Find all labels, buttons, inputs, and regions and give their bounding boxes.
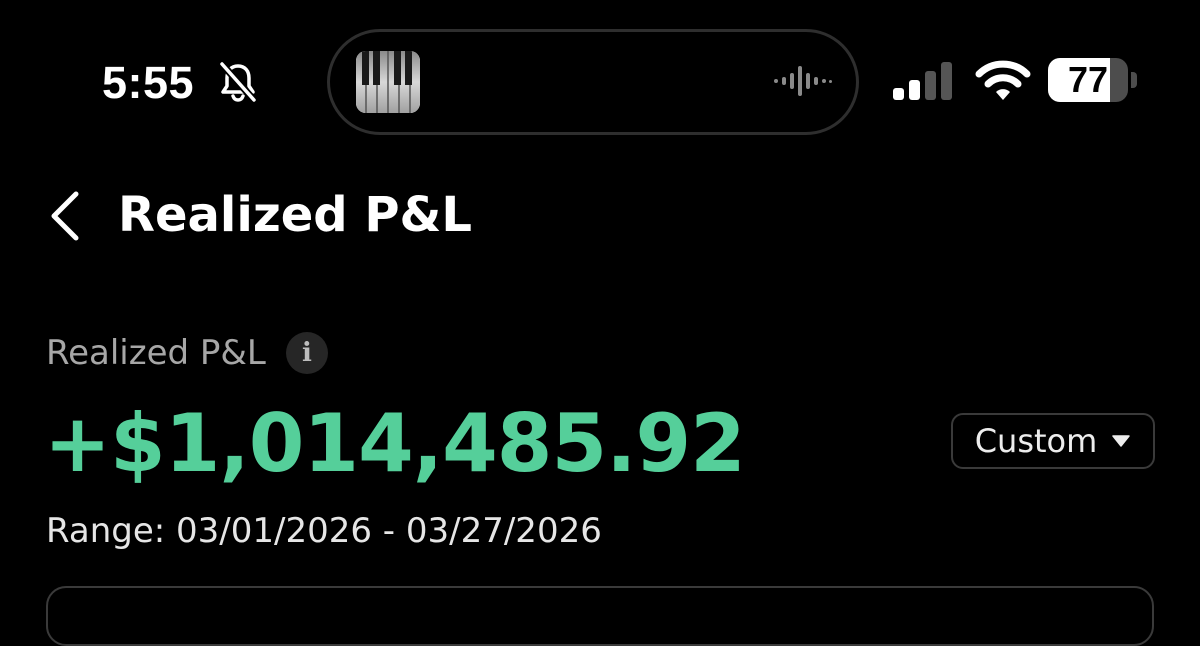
pnl-amount: +$1,014,485.92	[44, 397, 746, 490]
status-time: 5:55	[102, 57, 195, 108]
battery-indicator: 77	[1048, 58, 1138, 104]
content-card	[46, 586, 1154, 646]
battery-cap	[1131, 72, 1137, 88]
cellular-signal-icon	[893, 62, 952, 100]
piano-keys-image	[356, 51, 420, 113]
wifi-icon	[975, 60, 1031, 100]
battery-body: 77	[1048, 58, 1128, 102]
album-art[interactable]	[356, 51, 420, 113]
pnl-label: Realized P&L	[46, 333, 266, 373]
info-icon[interactable]: i	[286, 332, 328, 374]
range-dropdown-label: Custom	[974, 422, 1098, 460]
range-dropdown[interactable]: Custom	[951, 413, 1155, 469]
audio-waveform-icon	[774, 66, 832, 96]
date-range: Range: 03/01/2026 - 03/27/2026	[46, 511, 602, 551]
battery-level: 77	[1067, 59, 1109, 100]
page-title: Realized P&L	[118, 187, 472, 243]
bell-slash-icon	[219, 61, 257, 103]
chevron-left-icon[interactable]	[44, 188, 88, 244]
caret-down-icon	[1112, 435, 1131, 447]
